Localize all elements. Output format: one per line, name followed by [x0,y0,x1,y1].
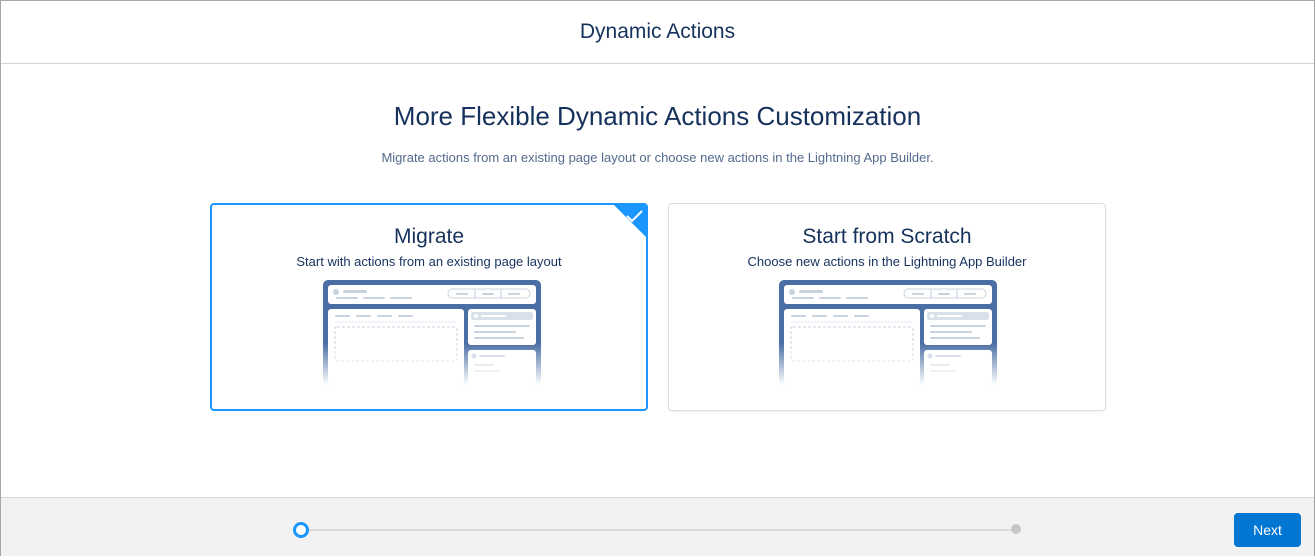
progress-step-current [293,522,309,538]
next-button[interactable]: Next [1234,513,1301,547]
page-heading: More Flexible Dynamic Actions Customizat… [393,101,922,131]
modal-header: Dynamic Actions [1,1,1314,64]
page-layout-illustration [779,280,997,385]
scratch-option-description: Choose new actions in the Lightning App … [747,254,1027,269]
migrate-option-card[interactable]: Migrate Start with actions from an exist… [210,203,648,411]
start-from-scratch-option-card[interactable]: Start from Scratch Choose new actions in… [668,203,1106,411]
migrate-option-title: Migrate [393,225,465,248]
page-subtext: Migrate actions from an existing page la… [381,150,934,165]
progress-track [307,529,1015,531]
modal-title: Dynamic Actions [579,20,736,43]
scratch-option-title: Start from Scratch [802,225,972,248]
dynamic-actions-modal: Dynamic Actions More Flexible Dynamic Ac… [0,0,1315,556]
modal-footer: Next [1,497,1314,556]
modal-content: More Flexible Dynamic Actions Customizat… [1,64,1314,497]
check-icon [614,205,646,237]
progress-step-next [1011,524,1021,534]
page-layout-illustration [323,280,541,385]
migrate-option-description: Start with actions from an existing page… [296,254,562,269]
